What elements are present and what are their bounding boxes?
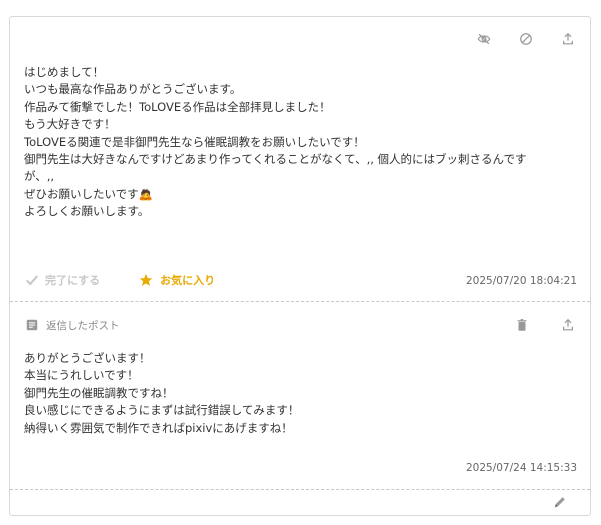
divider: [10, 489, 590, 490]
star-icon: [138, 272, 154, 288]
document-icon: [24, 317, 40, 333]
post-timestamp: 2025/07/20 18:04:21: [465, 275, 577, 287]
share-icon[interactable]: [560, 31, 576, 47]
reply-timestamp: 2025/07/24 14:15:33: [465, 462, 577, 474]
divider: [10, 301, 590, 302]
reply-line: 御門先生の催眠調教ですね！: [24, 385, 174, 400]
favorite-label: お気に入り: [160, 274, 216, 287]
reply-toolbar: [514, 317, 576, 333]
reply-line: 本当にうれしいです！: [24, 368, 139, 383]
reply-line: 良い感じにできるようにまずは試行錯誤してみます！: [24, 403, 300, 418]
post-line: いつも最高な作品ありがとうございます。: [24, 82, 242, 97]
eye-off-icon[interactable]: [476, 31, 492, 47]
mark-done-label: 完了にする: [45, 274, 101, 287]
trash-icon[interactable]: [514, 317, 530, 333]
reply-header-label: 返信したポスト: [46, 319, 120, 332]
post-message: はじめまして！ いつも最高な作品ありがとうございます。 作品みて衝撃でした！To…: [24, 64, 584, 221]
post-line: 御門先生は大好きなんですけどあまり作ってくれることがなくて、,, 個人的にはブッ…: [24, 152, 527, 167]
share-icon[interactable]: [560, 317, 576, 333]
block-icon[interactable]: [518, 31, 534, 47]
check-icon: [24, 272, 40, 288]
post-toolbar: [476, 31, 576, 47]
reply-header: 返信したポスト: [24, 317, 120, 333]
favorite-button[interactable]: お気に入り: [138, 272, 215, 288]
post-line: ToLOVEる関連で是非御門先生なら催眠調教をお願いしたいです！: [24, 134, 365, 149]
post-line: もう大好きです！: [24, 117, 116, 132]
reply-line: ありがとうございます！: [24, 351, 151, 365]
mark-done-button[interactable]: 完了にする: [24, 272, 100, 288]
post-line: 作品みて衝撃でした！ToLOVEる作品は全部拝見しました！: [24, 99, 331, 114]
reply-message: ありがとうございます！ 本当にうれしいです！ 御門先生の催眠調教ですね！ 良い感…: [24, 350, 584, 437]
post-line: が、,,: [24, 169, 55, 184]
post-actions: 完了にする お気に入り: [24, 272, 215, 288]
pencil-icon[interactable]: [552, 494, 568, 510]
message-card: はじめまして！ いつも最高な作品ありがとうございます。 作品みて衝撃でした！To…: [9, 16, 591, 516]
post-line: はじめまして！: [24, 65, 105, 79]
reply-line: 納得いく雰囲気で制作できればpixivにあげますね！: [24, 420, 293, 435]
post-line: ぜひお願いしたいです🙇: [24, 186, 153, 201]
post-line: よろしくお願いします。: [24, 204, 150, 219]
